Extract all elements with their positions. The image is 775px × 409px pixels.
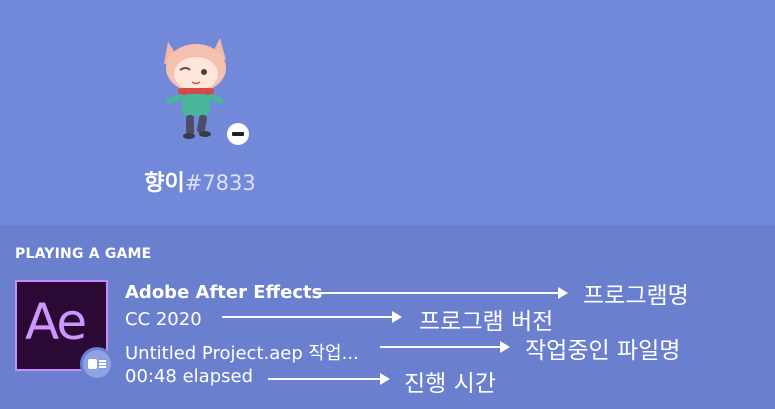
working-file: Untitled Project.aep 작업... bbox=[125, 343, 359, 364]
user-discriminator: #7833 bbox=[184, 171, 256, 195]
user-name: 향이 bbox=[144, 171, 185, 196]
app-icon-label: Ae bbox=[25, 293, 87, 351]
activity-section-title: PLAYING A GAME bbox=[15, 246, 152, 262]
rich-presence-badge-icon bbox=[80, 347, 114, 381]
app-name: Adobe After Effects bbox=[125, 282, 323, 303]
arrow-program-name bbox=[318, 287, 568, 299]
annotation-program-name: 프로그램명 bbox=[583, 283, 689, 309]
app-version: CC 2020 bbox=[125, 309, 202, 330]
annotation-working-file: 작업중인 파일명 bbox=[525, 338, 681, 364]
username: 향이#7833 bbox=[0, 165, 400, 197]
annotation-elapsed-time: 진행 시간 bbox=[404, 371, 496, 397]
elapsed-time: 00:48 elapsed bbox=[125, 366, 254, 387]
arrow-elapsed-time bbox=[268, 373, 390, 385]
arrow-working-file bbox=[380, 341, 510, 353]
do-not-disturb-status-icon bbox=[224, 120, 252, 148]
arrow-program-version bbox=[222, 311, 402, 323]
